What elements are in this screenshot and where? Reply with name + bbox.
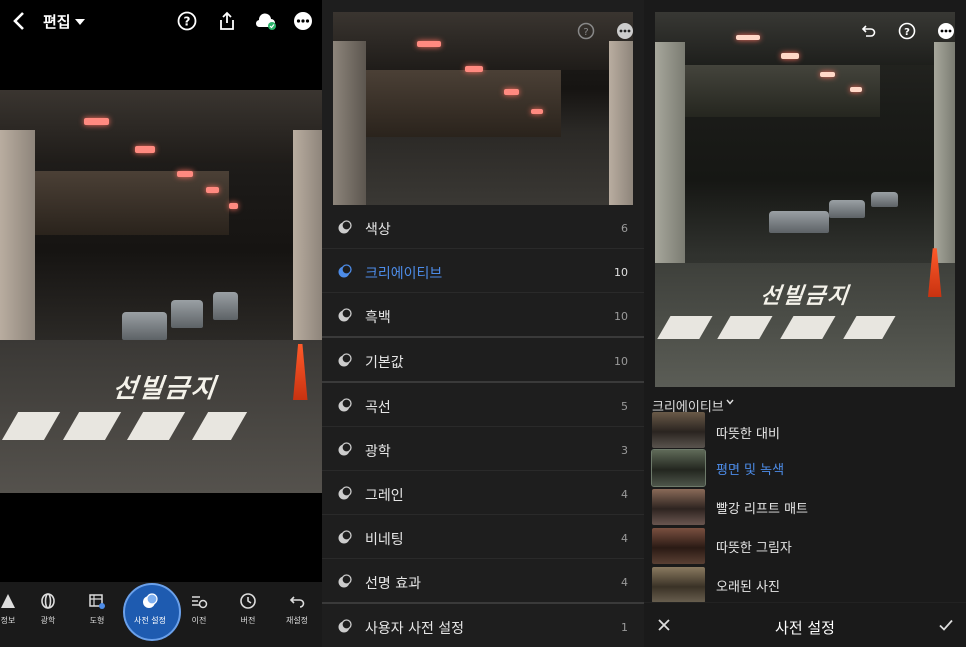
chevron-down-icon[interactable] — [726, 398, 734, 406]
info-icon — [1, 594, 15, 608]
back-icon[interactable] — [10, 10, 28, 32]
preset-category-item[interactable]: 비네팅 4 — [322, 515, 644, 559]
versions-icon — [240, 593, 256, 609]
presets-icon — [338, 264, 352, 278]
share-icon[interactable] — [217, 11, 237, 31]
chevron-down-icon[interactable] — [75, 19, 85, 25]
tool-geometry[interactable]: 도형 — [75, 592, 119, 626]
tool-previous[interactable]: 이전 — [177, 592, 221, 626]
help-icon[interactable]: ? — [177, 11, 197, 31]
svg-text:?: ? — [184, 15, 191, 29]
cloud-synced-icon[interactable] — [254, 11, 278, 31]
presets-icon — [338, 442, 352, 456]
presets-icon — [338, 619, 352, 633]
preset-category-item[interactable]: 흑백 10 — [322, 293, 644, 338]
preset-category-item[interactable]: 크리에이티브 10 — [322, 249, 644, 293]
reset-icon — [289, 596, 305, 608]
presets-category-panel: ? 색상 6 크리에이티브 10 흑백 10 기본값 10 곡선 5 광학 3 … — [322, 0, 644, 647]
preset-category-item[interactable]: 사용자 사전 설정 1 — [322, 604, 644, 647]
page-title[interactable]: 편집 — [43, 11, 71, 32]
preset-footer-bar: 사전 설정 — [644, 602, 966, 647]
photo-preview — [333, 12, 633, 205]
preset-thumbnail — [652, 412, 705, 448]
preset-picker-panel: 선빌금지 ? 크리에이티브 따뜻한 대비 평면 및 녹색 빨강 리프트 매트 따… — [644, 0, 966, 647]
photo-preview: 선빌금지 — [655, 12, 955, 387]
optics-icon — [41, 593, 55, 609]
presets-icon — [338, 220, 352, 234]
undo-icon[interactable] — [859, 22, 877, 40]
tool-reset[interactable]: 재설정 — [275, 592, 319, 626]
more-icon[interactable] — [616, 22, 634, 40]
footer-title: 사전 설정 — [775, 619, 835, 637]
preset-category-item[interactable]: 기본값 10 — [322, 338, 644, 383]
more-icon[interactable] — [937, 22, 955, 40]
photo-preview: 선빌금지 — [0, 90, 322, 493]
tool-presets[interactable]: 사전 설정 — [128, 592, 172, 626]
svg-text:?: ? — [904, 27, 910, 38]
tool-optics[interactable]: 광학 — [26, 592, 70, 626]
preset-item[interactable]: 따뜻한 그림자 — [652, 527, 962, 566]
preset-list: 따뜻한 대비 평면 및 녹색 빨강 리프트 매트 따뜻한 그림자 오래된 사진 — [651, 412, 962, 605]
presets-icon — [338, 398, 352, 412]
preset-item[interactable]: 빨강 리프트 매트 — [652, 488, 962, 527]
preset-category-item[interactable]: 색상 6 — [322, 205, 644, 249]
tool-versions[interactable]: 버전 — [226, 592, 270, 626]
preset-category-item[interactable]: 선명 효과 4 — [322, 559, 644, 604]
preset-thumbnail — [652, 528, 705, 564]
preset-category-item[interactable]: 곡선 5 — [322, 383, 644, 427]
preset-thumbnail — [651, 449, 706, 487]
geometry-icon — [89, 594, 105, 609]
help-icon[interactable]: ? — [898, 22, 916, 40]
more-icon[interactable] — [293, 11, 313, 31]
svg-text:?: ? — [583, 27, 588, 38]
presets-icon — [338, 486, 352, 500]
presets-icon — [338, 574, 352, 588]
presets-icon — [143, 593, 158, 608]
presets-icon — [338, 353, 352, 367]
presets-icon — [338, 308, 352, 322]
preset-thumbnail — [652, 567, 705, 603]
preset-item[interactable]: 따뜻한 대비 — [652, 412, 962, 449]
preset-item[interactable]: 오래된 사진 — [652, 566, 962, 605]
preset-item[interactable]: 평면 및 녹색 — [651, 449, 962, 488]
checkmark-icon[interactable] — [938, 617, 954, 633]
road-marking-text: 선빌금지 — [757, 284, 856, 310]
editor-panel: 편집 ? 선빌금지 정보 광학 도형 사전 설정 이전 버전 재설정 — [0, 0, 322, 647]
road-marking-text: 선빌금지 — [109, 374, 225, 405]
previous-icon — [192, 596, 208, 609]
help-icon[interactable]: ? — [577, 22, 595, 40]
preset-thumbnail — [652, 489, 705, 525]
presets-icon — [338, 530, 352, 544]
preset-category-list: 색상 6 크리에이티브 10 흑백 10 기본값 10 곡선 5 광학 3 그레… — [322, 205, 644, 647]
top-bar: 편집 ? — [0, 0, 322, 42]
preset-category-item[interactable]: 광학 3 — [322, 427, 644, 471]
preset-category-item[interactable]: 그레인 4 — [322, 471, 644, 515]
